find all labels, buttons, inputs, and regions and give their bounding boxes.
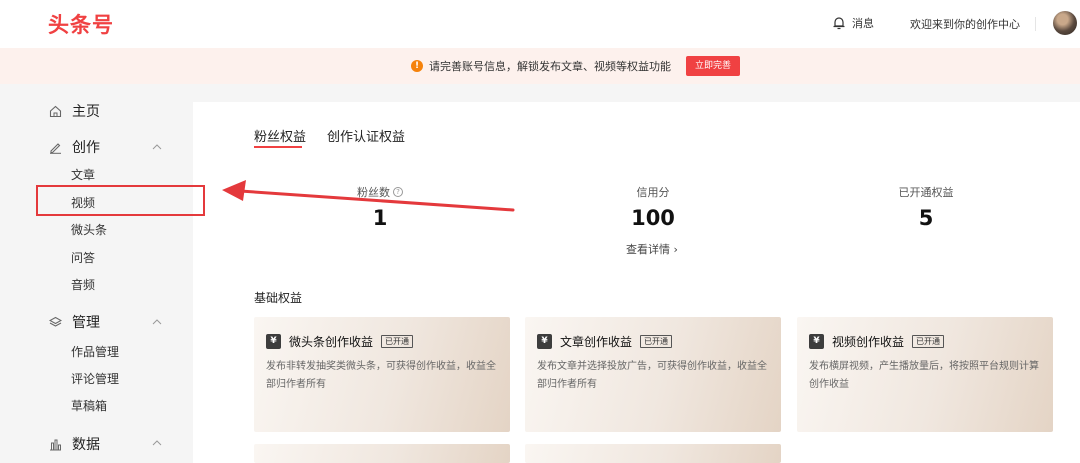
stat-fans: 粉丝数? 1 <box>300 184 460 230</box>
view-details-link[interactable]: 查看详情 › <box>626 241 678 257</box>
benefit-card-micro-headline[interactable]: ¥ 微头条创作收益 已开通 发布非转发抽奖类微头条，可获得创作收益，收益全部归作… <box>254 317 510 432</box>
sidebar-item-micro-headline[interactable]: 微头条 <box>71 221 107 238</box>
stat-label: 信用分 <box>636 186 670 199</box>
sidebar-section-data[interactable]: 数据 <box>48 434 100 454</box>
notice-text: 请完善账号信息，解锁发布文章、视频等权益功能 <box>429 60 671 73</box>
sidebar-item-audio[interactable]: 音频 <box>71 276 95 293</box>
benefit-card[interactable] <box>525 444 781 463</box>
tab-fan-benefits[interactable]: 粉丝权益 <box>254 126 306 145</box>
bar-chart-icon <box>48 437 62 451</box>
header-divider <box>1035 17 1036 31</box>
tv-yuan-icon: ¥ <box>809 334 824 349</box>
status-badge: 已开通 <box>912 335 945 348</box>
chevron-up-icon[interactable] <box>152 438 162 448</box>
card-title: 视频创作收益 <box>832 335 905 349</box>
card-title: 文章创作收益 <box>560 335 633 349</box>
benefit-card-video[interactable]: ¥ 视频创作收益 已开通 发布横屏视频，产生播放量后，将按照平台规则计算创作收益 <box>797 317 1053 432</box>
warning-icon: ! <box>411 60 423 72</box>
stat-value: 5 <box>918 206 934 230</box>
messages-label: 消息 <box>852 17 874 30</box>
card-description: 发布横屏视频，产生播放量后，将按照平台规则计算创作收益 <box>809 361 1039 390</box>
sidebar-section-label: 创作 <box>72 140 100 156</box>
notice-bar: ! 请完善账号信息，解锁发布文章、视频等权益功能 立即完善 <box>0 48 1080 84</box>
status-badge: 已开通 <box>381 335 414 348</box>
stat-value: 100 <box>631 206 675 230</box>
card-description: 发布非转发抽奖类微头条，可获得创作收益，收益全部归作者所有 <box>266 361 496 390</box>
layers-icon <box>48 315 62 329</box>
benefit-card[interactable] <box>254 444 510 463</box>
stat-value: 1 <box>372 206 388 230</box>
chevron-up-icon[interactable] <box>152 317 162 327</box>
sidebar-item-qa[interactable]: 问答 <box>71 249 95 266</box>
sidebar-item-works[interactable]: 作品管理 <box>71 343 119 360</box>
welcome-text: 欢迎来到你的创作中心 <box>910 18 1020 31</box>
sidebar-item-comments[interactable]: 评论管理 <box>71 370 119 387</box>
pencil-icon <box>48 140 62 154</box>
stat-label: 已开通权益 <box>898 186 954 199</box>
avatar[interactable] <box>1053 11 1077 35</box>
annotation-highlight-box <box>36 185 205 216</box>
messages-button[interactable]: 消息 <box>832 15 874 31</box>
stat-label: 粉丝数 <box>357 186 390 199</box>
complete-info-button[interactable]: 立即完善 <box>686 56 740 76</box>
sidebar-section-label: 数据 <box>72 437 100 453</box>
stat-enabled-benefits: 已开通权益 5 <box>846 184 1006 230</box>
chevron-up-icon[interactable] <box>152 142 162 152</box>
section-title: 基础权益 <box>254 291 303 305</box>
stat-credit-score: 信用分 100 <box>573 184 733 230</box>
home-icon <box>48 104 62 118</box>
sidebar-item-label: 主页 <box>72 104 100 120</box>
bell-icon <box>833 17 845 30</box>
card-title: 微头条创作收益 <box>289 335 374 349</box>
sidebar-item-drafts[interactable]: 草稿箱 <box>71 397 107 414</box>
status-badge: 已开通 <box>640 335 673 348</box>
yuan-icon: ¥ <box>537 334 552 349</box>
benefit-card-article[interactable]: ¥ 文章创作收益 已开通 发布文章并选择投放广告，可获得创作收益，收益全部归作者… <box>525 317 781 432</box>
yuan-icon: ¥ <box>266 334 281 349</box>
active-tab-indicator <box>254 146 302 148</box>
card-description: 发布文章并选择投放广告，可获得创作收益，收益全部归作者所有 <box>537 361 767 390</box>
sidebar-section-create[interactable]: 创作 <box>48 137 100 157</box>
sidebar-section-label: 管理 <box>72 315 100 331</box>
main-panel: 粉丝权益 创作认证权益 粉丝数? 1 信用分 100 已开通权益 5 查看详情 … <box>193 102 1080 463</box>
tab-creator-certification[interactable]: 创作认证权益 <box>327 126 405 145</box>
top-header: 头条号 消息 欢迎来到你的创作中心 <box>0 0 1080 48</box>
sidebar-item-home[interactable]: 主页 <box>48 101 100 121</box>
sidebar-section-manage[interactable]: 管理 <box>48 312 100 332</box>
help-icon[interactable]: ? <box>393 187 403 197</box>
logo[interactable]: 头条号 <box>48 9 114 39</box>
sidebar-item-article[interactable]: 文章 <box>71 166 95 183</box>
